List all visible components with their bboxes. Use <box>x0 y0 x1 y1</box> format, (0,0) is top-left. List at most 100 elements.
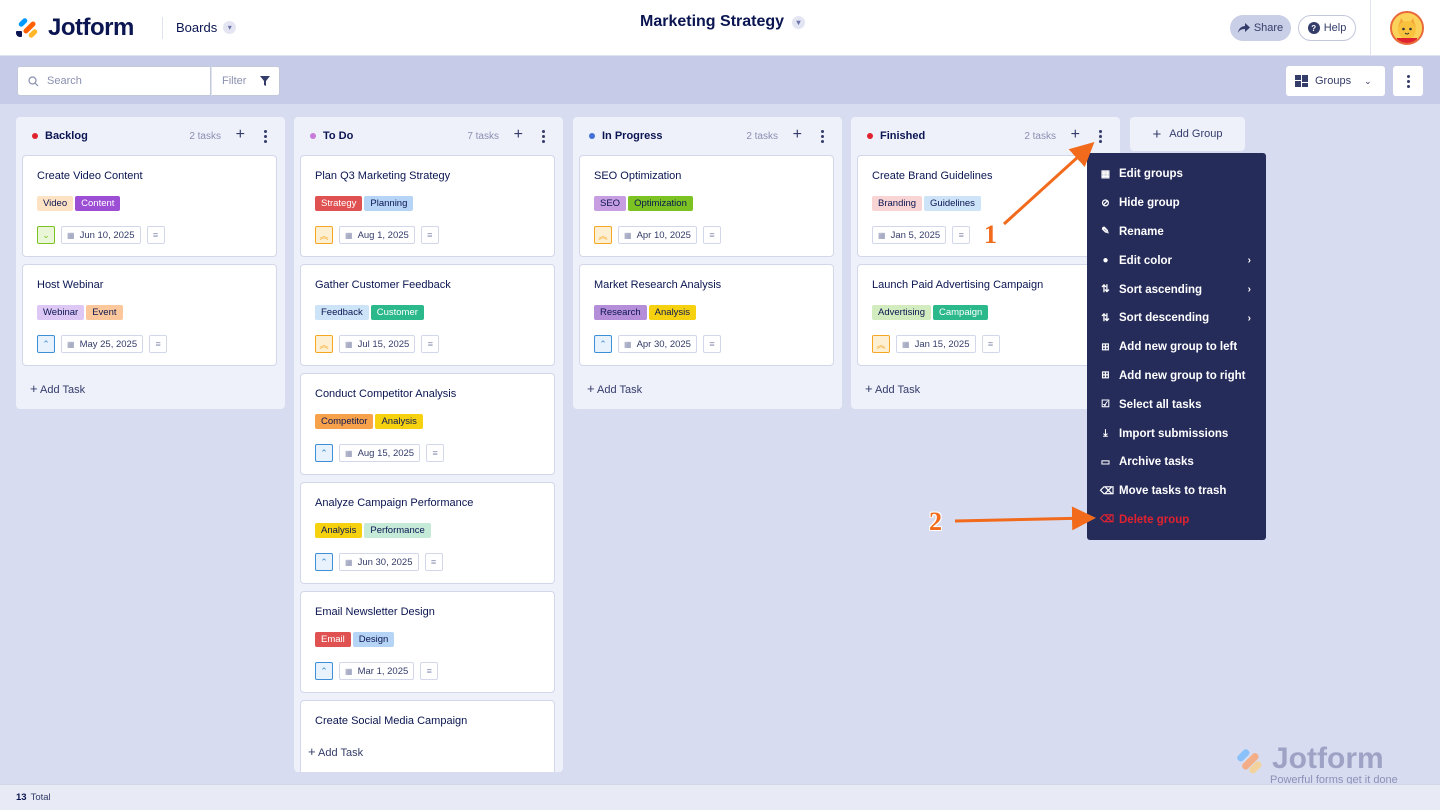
search-box[interactable] <box>17 66 211 96</box>
add-task-plus-icon[interactable]: + <box>793 126 802 144</box>
due-date[interactable]: ▦ Aug 15, 2025 <box>339 444 421 462</box>
task-card[interactable]: Analyze Campaign Performance Analysis Perf… <box>300 482 555 584</box>
priority-double-up-icon[interactable]: ︽ <box>872 335 890 353</box>
task-card[interactable]: Email Newsletter Design Email Design ⌃ ▦ Mar … <box>300 591 555 693</box>
menu-item-add-new-group-to-left[interactable]: ⊞ Add new group to left <box>1087 333 1266 362</box>
menu-item-import-submissions[interactable]: ⤓ Import submissions <box>1087 419 1266 448</box>
page-title[interactable]: Marketing Strategy ▾ <box>640 13 806 31</box>
task-card[interactable]: Host Webinar Webinar Event ⌃ ▦ May 25, 2025 ≡ <box>22 264 277 366</box>
column-title[interactable]: Finished <box>880 130 925 142</box>
filter-button[interactable]: Filter <box>211 66 280 96</box>
boards-dropdown[interactable]: Boards ▾ <box>176 20 237 35</box>
due-date[interactable]: ▦ Jul 15, 2025 <box>339 335 416 353</box>
add-task-button[interactable]: + Add Task <box>30 381 85 396</box>
column-more-icon[interactable] <box>1099 130 1102 143</box>
menu-item-rename[interactable]: ✎ Rename <box>1087 218 1266 247</box>
due-date[interactable]: ▦ Jan 5, 2025 <box>872 226 947 244</box>
add-task-plus-icon[interactable]: + <box>236 126 245 144</box>
jotform-logo[interactable]: Jotform <box>16 14 134 42</box>
help-button[interactable]: ? Help <box>1298 15 1356 41</box>
add-task-plus-icon[interactable]: + <box>514 126 523 144</box>
due-date[interactable]: ▦ May 25, 2025 <box>61 335 144 353</box>
due-date[interactable]: ▦ Apr 30, 2025 <box>618 335 697 353</box>
column-more-icon[interactable] <box>542 130 545 143</box>
description-icon[interactable]: ≡ <box>420 226 439 244</box>
menu-item-label: Add new group to right <box>1119 369 1246 382</box>
menu-item-edit-groups[interactable]: ▦ Edit groups <box>1087 160 1266 189</box>
menu-item-delete-group[interactable]: ⌫ Delete group <box>1087 506 1266 535</box>
menu-item-sort-ascending[interactable]: ⇅ Sort ascending › <box>1087 275 1266 304</box>
description-icon[interactable]: ≡ <box>981 335 1000 353</box>
add-task-button[interactable]: + Add Task <box>587 381 642 396</box>
menu-item-archive-tasks[interactable]: ▭ Archive tasks <box>1087 448 1266 477</box>
due-date[interactable]: ▦ Apr 10, 2025 <box>618 226 697 244</box>
jotform-logo-icon <box>1237 749 1262 774</box>
calendar-icon: ▦ <box>624 339 632 349</box>
description-icon[interactable]: ≡ <box>702 335 721 353</box>
due-date[interactable]: ▦ Jan 15, 2025 <box>896 335 976 353</box>
menu-item-hide-group[interactable]: ⊘ Hide group <box>1087 189 1266 218</box>
due-date[interactable]: ▦ Aug 1, 2025 <box>339 226 415 244</box>
menu-item-sort-descending[interactable]: ⇅ Sort descending › <box>1087 304 1266 333</box>
task-tags: Video Content <box>37 196 121 211</box>
priority-up-icon[interactable]: ⌃ <box>315 444 333 462</box>
menu-item-edit-color[interactable]: ● Edit color › <box>1087 246 1266 275</box>
description-icon[interactable]: ≡ <box>146 226 165 244</box>
priority-double-up-icon[interactable]: ︽ <box>594 226 612 244</box>
task-card[interactable]: Create Video Content Video Content ⌄ ▦ Jun 10… <box>22 155 277 257</box>
description-icon[interactable]: ≡ <box>426 444 445 462</box>
due-date[interactable]: ▦ Jun 30, 2025 <box>339 553 419 571</box>
description-icon[interactable]: ≡ <box>702 226 721 244</box>
task-card[interactable]: Create Social Media Campaign <box>300 700 555 772</box>
task-card[interactable]: Plan Q3 Marketing Strategy Strategy Planni… <box>300 155 555 257</box>
column-title[interactable]: Backlog <box>45 130 88 142</box>
menu-item-label: Edit color <box>1119 254 1173 267</box>
priority-up-icon[interactable]: ⌃ <box>315 662 333 680</box>
priority-up-icon[interactable]: ⌃ <box>594 335 612 353</box>
add-task-button[interactable]: + Add Task <box>865 381 920 396</box>
task-tag: Analysis <box>648 305 697 320</box>
task-tags: Research Analysis <box>594 305 697 320</box>
column-more-icon[interactable] <box>264 130 267 143</box>
description-icon[interactable]: ≡ <box>420 662 439 680</box>
groups-icon <box>1295 75 1308 87</box>
description-icon[interactable]: ≡ <box>952 226 971 244</box>
description-icon[interactable]: ≡ <box>424 553 443 571</box>
task-tag: Content <box>75 196 121 211</box>
due-date[interactable]: ▦ Mar 1, 2025 <box>339 662 415 680</box>
priority-double-up-icon[interactable]: ︽ <box>315 226 333 244</box>
column-title[interactable]: In Progress <box>602 130 663 142</box>
column-title[interactable]: To Do <box>323 130 353 142</box>
add-task-label: Add Task <box>40 384 86 396</box>
task-card[interactable]: Conduct Competitor Analysis Competitor Ana… <box>300 373 555 475</box>
search-input[interactable] <box>47 75 187 87</box>
menu-item-select-all-tasks[interactable]: ☑ Select all tasks <box>1087 390 1266 419</box>
menu-item-label: Edit groups <box>1119 168 1183 181</box>
plus-icon: + <box>865 381 873 396</box>
calendar-icon: ▦ <box>345 339 353 349</box>
menu-item-move-tasks-to-trash[interactable]: ⌫ Move tasks to trash <box>1087 477 1266 506</box>
task-card[interactable]: SEO Optimization SEO Optimization ︽ ▦ Apr 10,… <box>579 155 834 257</box>
priority-up-icon[interactable]: ⌃ <box>37 335 55 353</box>
trash-icon: ⌫ <box>1100 485 1115 497</box>
task-card[interactable]: Launch Paid Advertising Campaign Advertis… <box>857 264 1112 366</box>
more-vertical-icon <box>1406 74 1410 88</box>
task-card[interactable]: Gather Customer Feedback Feedback Customer… <box>300 264 555 366</box>
task-card[interactable]: Market Research Analysis Research Analysis… <box>579 264 834 366</box>
priority-double-up-icon[interactable]: ︽ <box>315 335 333 353</box>
priority-up-icon[interactable]: ⌃ <box>315 553 333 571</box>
groups-dropdown[interactable]: Groups ⌄ <box>1286 66 1385 96</box>
add-group-button[interactable]: + Add Group <box>1130 117 1245 151</box>
column-more-icon[interactable] <box>821 130 824 143</box>
board-more-button[interactable] <box>1393 66 1423 96</box>
share-button[interactable]: Share <box>1230 15 1291 41</box>
add-task-button[interactable]: + Add Task <box>308 744 363 759</box>
avatar[interactable] <box>1390 11 1424 45</box>
priority-down-icon[interactable]: ⌄ <box>37 226 55 244</box>
add-task-plus-icon[interactable]: + <box>1071 126 1080 144</box>
description-icon[interactable]: ≡ <box>421 335 440 353</box>
filter-icon <box>260 76 271 86</box>
menu-item-add-new-group-to-right[interactable]: ⊞ Add new group to right <box>1087 362 1266 391</box>
due-date[interactable]: ▦ Jun 10, 2025 <box>61 226 141 244</box>
description-icon[interactable]: ≡ <box>149 335 168 353</box>
